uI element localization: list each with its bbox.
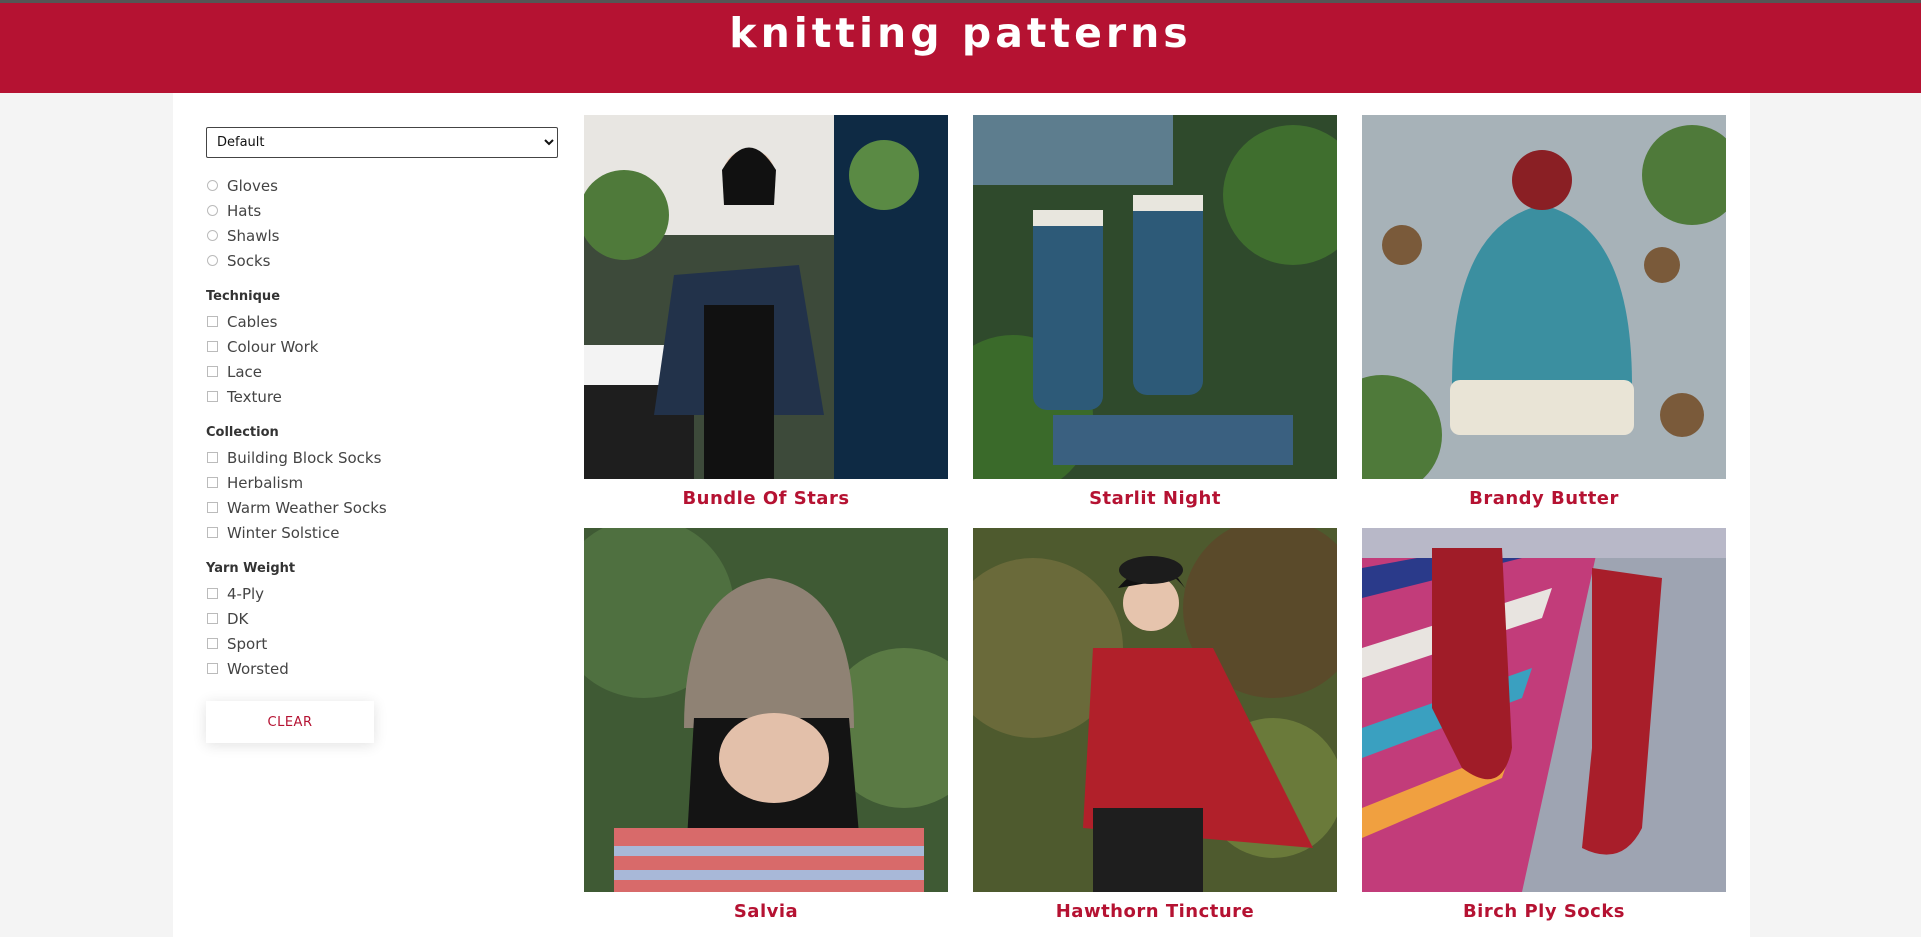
checkbox-icon[interactable] (207, 391, 218, 402)
collection-option-building-block-socks[interactable]: Building Block Socks (206, 445, 558, 470)
product-image[interactable] (1362, 528, 1726, 892)
product-card-starlit-night[interactable]: Starlit Night (973, 115, 1337, 513)
product-title[interactable]: Hawthorn Tincture (973, 898, 1337, 926)
radio-icon[interactable] (207, 180, 218, 191)
product-card-birch-ply-socks[interactable]: Birch Ply Socks (1362, 528, 1726, 926)
product-image[interactable] (1362, 115, 1726, 479)
yarn-option-dk[interactable]: DK (206, 606, 558, 631)
product-card-bundle-of-stars[interactable]: Bundle Of Stars (584, 115, 948, 513)
product-card-hawthorn-tincture[interactable]: Hawthorn Tincture (973, 528, 1337, 926)
checkbox-icon[interactable] (207, 341, 218, 352)
sort-select[interactable]: Default (206, 127, 558, 158)
radio-icon[interactable] (207, 205, 218, 216)
category-filter: Gloves Hats Shawls Socks (206, 173, 558, 273)
technique-option-lace[interactable]: Lace (206, 359, 558, 384)
product-card-brandy-butter[interactable]: Brandy Butter (1362, 115, 1726, 513)
product-image[interactable] (584, 528, 948, 892)
page-title: knitting patterns (729, 9, 1192, 57)
category-option-gloves[interactable]: Gloves (206, 173, 558, 198)
checkbox-icon[interactable] (207, 502, 218, 513)
checkbox-icon[interactable] (207, 588, 218, 599)
radio-icon[interactable] (207, 230, 218, 241)
technique-option-colour-work[interactable]: Colour Work (206, 334, 558, 359)
collection-option-warm-weather-socks[interactable]: Warm Weather Socks (206, 495, 558, 520)
checkbox-icon[interactable] (207, 452, 218, 463)
collection-option-herbalism[interactable]: Herbalism (206, 470, 558, 495)
technique-option-texture[interactable]: Texture (206, 384, 558, 409)
filter-sidebar: Default Gloves Hats Shawls Socks Techniq… (206, 127, 558, 743)
product-title[interactable]: Salvia (584, 898, 948, 926)
product-title[interactable]: Birch Ply Socks (1362, 898, 1726, 926)
product-title[interactable]: Brandy Butter (1362, 485, 1726, 513)
header-banner: knitting patterns (0, 3, 1921, 93)
collection-heading: Collection (206, 425, 279, 440)
product-image[interactable] (584, 115, 948, 479)
yarn-weight-heading: Yarn Weight (206, 561, 296, 576)
product-card-salvia[interactable]: Salvia (584, 528, 948, 926)
checkbox-icon[interactable] (207, 613, 218, 624)
category-option-shawls[interactable]: Shawls (206, 223, 558, 248)
checkbox-icon[interactable] (207, 663, 218, 674)
yarn-option-4-ply[interactable]: 4-Ply (206, 581, 558, 606)
category-option-socks[interactable]: Socks (206, 248, 558, 273)
product-image[interactable] (973, 528, 1337, 892)
checkbox-icon[interactable] (207, 638, 218, 649)
technique-heading: Technique (206, 289, 281, 304)
product-title[interactable]: Bundle Of Stars (584, 485, 948, 513)
clear-filters-button[interactable]: CLEAR (206, 701, 374, 743)
yarn-option-sport[interactable]: Sport (206, 631, 558, 656)
collection-option-winter-solstice[interactable]: Winter Solstice (206, 520, 558, 545)
product-title[interactable]: Starlit Night (973, 485, 1337, 513)
product-image[interactable] (973, 115, 1337, 479)
technique-option-cables[interactable]: Cables (206, 309, 558, 334)
yarn-option-worsted[interactable]: Worsted (206, 656, 558, 681)
checkbox-icon[interactable] (207, 527, 218, 538)
checkbox-icon[interactable] (207, 366, 218, 377)
checkbox-icon[interactable] (207, 316, 218, 327)
checkbox-icon[interactable] (207, 477, 218, 488)
category-option-hats[interactable]: Hats (206, 198, 558, 223)
radio-icon[interactable] (207, 255, 218, 266)
